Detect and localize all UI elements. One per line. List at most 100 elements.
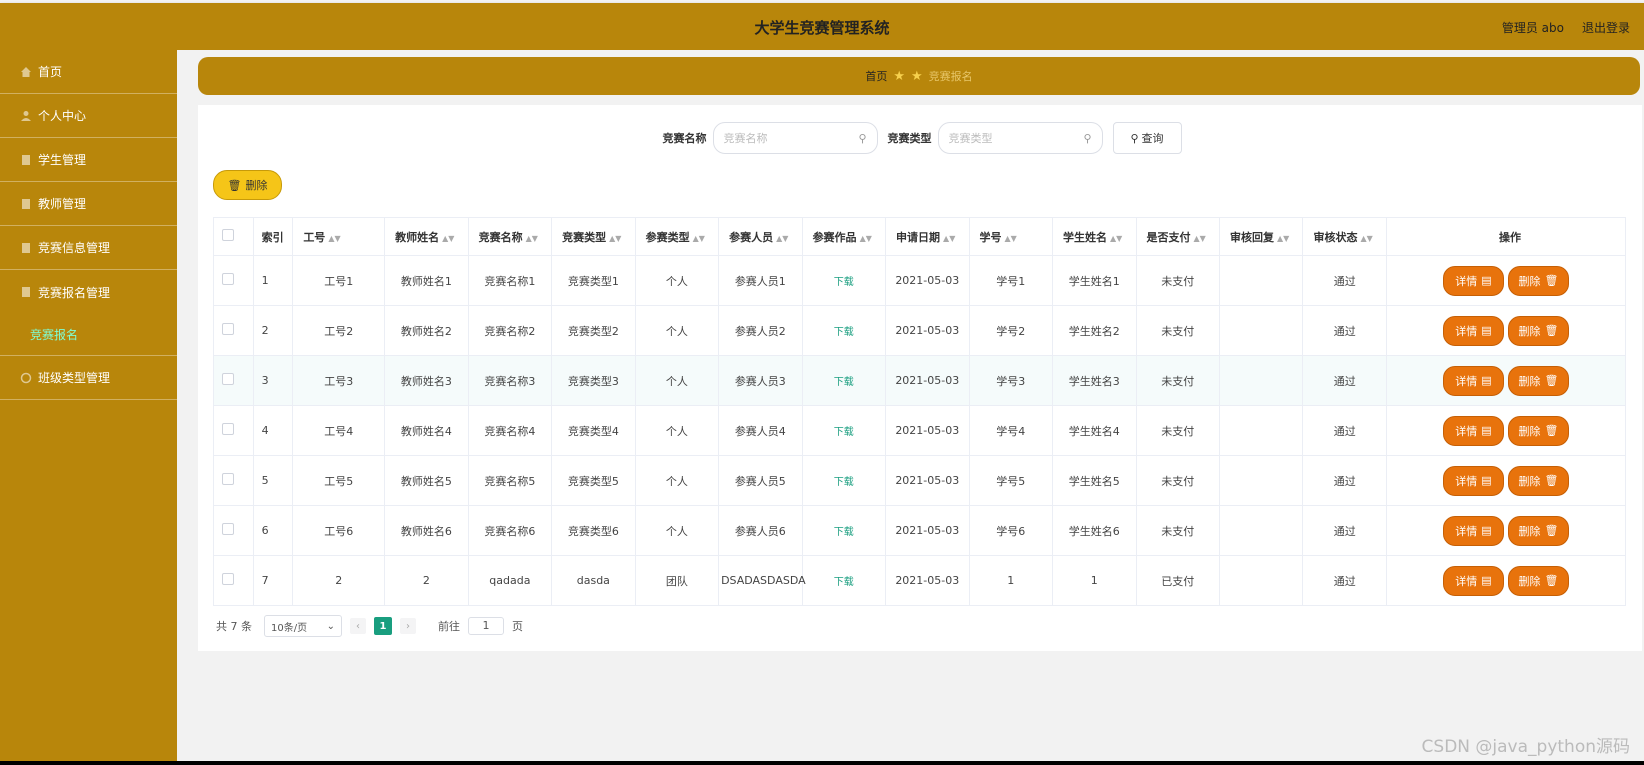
column-header[interactable]: 参赛作品 ▲▼ (801, 217, 887, 256)
prev-page-icon[interactable]: ‹ (350, 618, 366, 634)
download-link-cell[interactable]: 下载 (801, 355, 887, 406)
sidebar-item-competition-info[interactable]: 竞赛信息管理 (0, 226, 177, 270)
detail-button[interactable]: 详情 ▤ (1442, 465, 1504, 496)
sidebar-subitem-registration[interactable]: 竞赛报名 (0, 314, 177, 356)
column-header[interactable]: 竞赛名称 ▲▼ (467, 217, 553, 256)
row-checkbox[interactable] (222, 423, 234, 435)
table-row[interactable]: 6 工号6 教师姓名6 竞赛名称6 竞赛类型6 个人 参赛人员6 下载 2021-05-03 学号… (213, 505, 1627, 556)
goto-page-input[interactable]: 1 (468, 617, 504, 635)
query-button[interactable]: ⚲ 查询 (1112, 122, 1182, 154)
detail-button[interactable]: 详情 ▤ (1442, 365, 1504, 396)
row-checkbox[interactable] (222, 523, 234, 535)
table-cell: 未支付 (1135, 355, 1220, 406)
table-cell: 7 (252, 555, 294, 606)
download-link-cell[interactable]: 下载 (801, 455, 887, 506)
document-icon: ▤ (1481, 524, 1492, 537)
column-header[interactable]: 竞赛类型 ▲▼ (551, 217, 636, 256)
row-select-cell[interactable] (213, 255, 254, 306)
download-link[interactable]: 下载 (834, 327, 854, 338)
sort-icon: ▲▼ (1193, 233, 1206, 243)
download-link-cell[interactable]: 下载 (801, 305, 887, 356)
row-select-cell[interactable] (213, 405, 254, 456)
table-cell: 学生姓名4 (1052, 405, 1137, 456)
sidebar-item-teachers[interactable]: 教师管理 (0, 182, 177, 226)
column-header[interactable]: 审核状态 ▲▼ (1302, 217, 1387, 256)
search-type-placeholder: 竞赛类型 (948, 132, 993, 145)
download-link-cell[interactable]: 下载 (801, 505, 887, 556)
table-row[interactable]: 7 2 2 qadada dasda 团队 DSADASDASDA 下载 2021-05-03 1… (213, 555, 1627, 606)
download-link[interactable]: 下载 (834, 477, 854, 488)
table-row[interactable]: 1 工号1 教师姓名1 竞赛名称1 竞赛类型1 个人 参赛人员1 下载 2021-05-03 学号… (213, 255, 1627, 306)
row-delete-button[interactable]: 删除 🗑 (1507, 265, 1569, 296)
detail-button-label: 详情 (1455, 424, 1478, 438)
current-page-button[interactable]: 1 (374, 617, 392, 635)
search-name-input[interactable]: 竞赛名称 ⚲ (712, 122, 878, 154)
row-checkbox[interactable] (222, 473, 234, 485)
table-cell (1218, 255, 1304, 306)
row-delete-button[interactable]: 删除 🗑 (1507, 365, 1569, 396)
download-link-cell[interactable]: 下载 (801, 555, 887, 606)
row-delete-button[interactable]: 删除 🗑 (1507, 565, 1569, 596)
column-header[interactable]: 教师姓名 ▲▼ (384, 217, 469, 256)
detail-button[interactable]: 详情 ▤ (1442, 415, 1504, 446)
row-select-cell[interactable] (213, 555, 254, 606)
page-size-select[interactable]: 10条/页 ⌄ (264, 615, 342, 637)
row-delete-button[interactable]: 删除 🗑 (1507, 515, 1569, 546)
row-select-cell[interactable] (213, 355, 254, 406)
select-all-cell[interactable] (213, 217, 254, 256)
column-header[interactable]: 学生姓名 ▲▼ (1052, 217, 1137, 256)
row-delete-button[interactable]: 删除 🗑 (1507, 315, 1569, 346)
download-link[interactable]: 下载 (834, 427, 854, 438)
column-header[interactable]: 参赛人员 ▲▼ (718, 217, 803, 256)
batch-delete-button[interactable]: 🗑 删除 (213, 170, 282, 200)
table-cell: 1 (968, 555, 1054, 606)
detail-button[interactable]: 详情 ▤ (1442, 515, 1504, 546)
logout-link[interactable]: 退出登录 (1582, 19, 1630, 36)
sidebar-item-students[interactable]: 学生管理 (0, 138, 177, 182)
breadcrumb-home[interactable]: 首页 (865, 68, 887, 84)
detail-button[interactable]: 详情 ▤ (1442, 565, 1504, 596)
column-header[interactable]: 是否支付 ▲▼ (1135, 217, 1220, 256)
table-row[interactable]: 3 工号3 教师姓名3 竞赛名称3 竞赛类型3 个人 参赛人员3 下载 2021-05-03 学号… (213, 355, 1627, 406)
row-checkbox[interactable] (222, 323, 234, 335)
goto-suffix: 页 (512, 620, 523, 633)
detail-button[interactable]: 详情 ▤ (1442, 265, 1504, 296)
download-link[interactable]: 下载 (834, 577, 854, 588)
table-row[interactable]: 5 工号5 教师姓名5 竞赛名称5 竞赛类型5 个人 参赛人员5 下载 2021-05-03 学号… (213, 455, 1627, 506)
column-header[interactable]: 学号 ▲▼ (968, 217, 1054, 256)
search-type-input[interactable]: 竞赛类型 ⚲ (937, 122, 1103, 154)
search-icon: ⚲ (1130, 131, 1139, 145)
row-select-cell[interactable] (213, 505, 254, 556)
detail-button[interactable]: 详情 ▤ (1442, 315, 1504, 346)
row-select-cell[interactable] (213, 305, 254, 356)
download-link[interactable]: 下载 (834, 527, 854, 538)
row-checkbox[interactable] (222, 273, 234, 285)
row-checkbox[interactable] (222, 373, 234, 385)
sidebar-item-class-types[interactable]: 班级类型管理 (0, 356, 177, 400)
column-header[interactable]: 申请日期 ▲▼ (885, 217, 970, 256)
table-row[interactable]: 4 工号4 教师姓名4 竞赛名称4 竞赛类型4 个人 参赛人员4 下载 2021-05-03 学号… (213, 405, 1627, 456)
sidebar-item-profile[interactable]: 个人中心 (0, 94, 177, 138)
sidebar-item-label: 竞赛信息管理 (38, 241, 111, 255)
sidebar-item-registration-manage[interactable]: 竞赛报名管理 (0, 270, 177, 314)
download-link[interactable]: 下载 (834, 277, 854, 288)
column-header[interactable]: 参赛类型 ▲▼ (634, 217, 720, 256)
page-size-value: 10条/页 (271, 622, 308, 634)
select-all-checkbox[interactable] (222, 229, 234, 241)
column-header[interactable]: 审核回复 ▲▼ (1218, 217, 1304, 256)
row-checkbox[interactable] (222, 573, 234, 585)
download-link-cell[interactable]: 下载 (801, 255, 887, 306)
download-link[interactable]: 下载 (834, 377, 854, 388)
download-link-cell[interactable]: 下载 (801, 405, 887, 456)
row-delete-button[interactable]: 删除 🗑 (1507, 465, 1569, 496)
goto-prefix: 前往 (438, 620, 460, 633)
table-row[interactable]: 2 工号2 教师姓名2 竞赛名称2 竞赛类型2 个人 参赛人员2 下载 2021-05-03 学号… (213, 305, 1627, 356)
column-header[interactable]: 工号 ▲▼ (292, 217, 386, 256)
detail-button-label: 详情 (1455, 574, 1478, 588)
next-page-icon[interactable]: › (400, 618, 416, 634)
row-delete-button[interactable]: 删除 🗑 (1507, 415, 1569, 446)
table-cell: 2 (252, 305, 294, 356)
table-cell: 3 (252, 355, 294, 406)
row-select-cell[interactable] (213, 455, 254, 506)
sidebar-item-home[interactable]: 首页 (0, 50, 177, 94)
